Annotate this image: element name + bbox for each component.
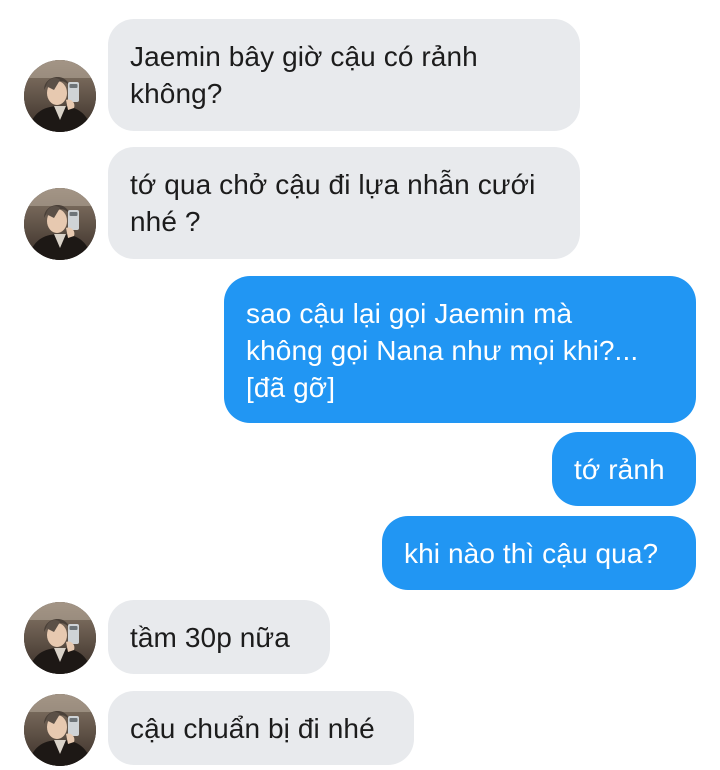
contact-avatar-icon[interactable] xyxy=(24,694,96,766)
message-text-line: tớ rảnh xyxy=(574,454,665,485)
message-text-line: nhé ? xyxy=(130,206,201,237)
message-bubble-incoming[interactable]: tớ qua chở cậu đi lựa nhẫn cưới nhé ? xyxy=(108,147,580,259)
message-bubble-incoming[interactable]: Jaemin bây giờ cậu có rảnh không? xyxy=(108,19,580,131)
message-bubble-outgoing[interactable]: tớ rảnh xyxy=(552,432,696,506)
message-bubble-outgoing[interactable]: khi nào thì cậu qua? xyxy=(382,516,696,590)
message-bubble-incoming[interactable]: tầm 30p nữa xyxy=(108,600,330,674)
message-text-line: không? xyxy=(130,78,223,109)
message-text-line: Jaemin bây giờ cậu có rảnh xyxy=(130,41,478,72)
contact-avatar-icon[interactable] xyxy=(24,188,96,260)
message-bubble-incoming[interactable]: cậu chuẩn bị đi nhé xyxy=(108,691,414,765)
contact-avatar-icon[interactable] xyxy=(24,60,96,132)
contact-avatar-icon[interactable] xyxy=(24,602,96,674)
message-bubble-outgoing[interactable]: sao cậu lại gọi Jaemin mà không gọi Nana… xyxy=(224,276,696,423)
message-text-line: khi nào thì cậu qua? xyxy=(404,538,659,569)
message-text-line: tầm 30p nữa xyxy=(130,622,290,653)
message-text-line: cậu chuẩn bị đi nhé xyxy=(130,713,375,744)
message-text-line: tớ qua chở cậu đi lựa nhẫn cưới xyxy=(130,169,536,200)
message-text-line: sao cậu lại gọi Jaemin mà xyxy=(246,298,573,329)
message-text-line: [đã gỡ] xyxy=(246,372,336,403)
chat-thread: Jaemin bây giờ cậu có rảnh không? tớ qua… xyxy=(0,0,720,770)
message-text-line: không gọi Nana như mọi khi?... xyxy=(246,335,639,366)
